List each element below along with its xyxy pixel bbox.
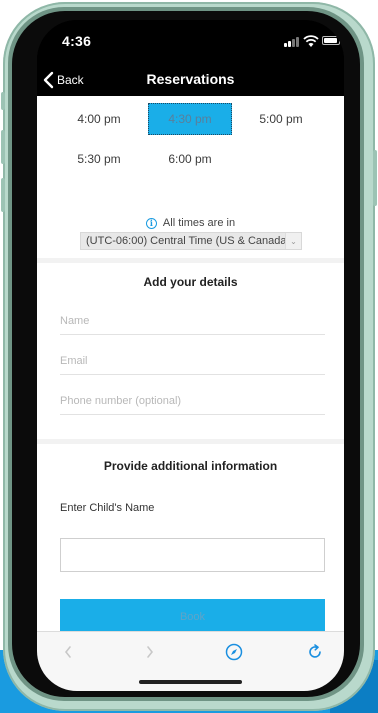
status-time: 4:36 <box>62 33 92 49</box>
compass-icon <box>225 643 243 661</box>
browser-toolbar <box>37 631 344 691</box>
power-button <box>373 150 377 206</box>
time-slot-400pm[interactable]: 4:00 pm <box>57 103 141 135</box>
child-name-input[interactable] <box>60 538 325 572</box>
info-icon: i <box>145 217 157 229</box>
time-slot-530pm[interactable]: 5:30 pm <box>57 143 141 175</box>
home-indicator <box>139 680 242 684</box>
name-field[interactable]: Name <box>60 307 325 335</box>
wifi-icon <box>303 35 319 47</box>
battery-icon <box>322 36 342 45</box>
chevron-right-icon <box>147 646 154 658</box>
time-slot-600pm[interactable]: 6:00 pm <box>148 143 232 175</box>
reservation-form: 4:00 pm 4:30 pm 5:00 pm 5:30 pm 6:00 pm … <box>37 96 344 631</box>
timezone-note: i All times are in <box>37 217 344 229</box>
browser-reload-button[interactable] <box>303 640 327 664</box>
section-divider <box>37 258 344 263</box>
time-slot-500pm[interactable]: 5:00 pm <box>239 103 323 135</box>
time-slot-430pm-selected[interactable]: 4:30 pm <box>148 103 232 135</box>
navigation-bar: Back Reservations <box>37 64 344 96</box>
mute-switch <box>1 92 5 110</box>
volume-down-button <box>1 178 5 212</box>
timezone-select[interactable]: (UTC-06:00) Central Time (US & Canada) ⌄ <box>80 232 302 250</box>
section-divider <box>37 439 344 444</box>
reload-icon <box>309 644 321 658</box>
browser-safari-button[interactable] <box>222 640 246 664</box>
browser-forward-button[interactable] <box>138 640 162 664</box>
timezone-note-text: All times are in <box>162 217 236 229</box>
phone-field[interactable]: Phone number (optional) <box>60 387 325 415</box>
signal-icon <box>284 37 300 47</box>
chevron-down-icon: ⌄ <box>285 233 301 249</box>
email-field[interactable]: Email <box>60 347 325 375</box>
child-name-label: Enter Child's Name <box>60 502 155 514</box>
page-title: Reservations <box>146 71 235 87</box>
chevron-left-icon <box>64 646 71 658</box>
phone-screen: 4:36 Back Reservations 4:00 pm 4:30 pm 5… <box>37 20 344 691</box>
additional-section-title: Provide additional information <box>103 459 278 473</box>
timezone-select-value: (UTC-06:00) Central Time (US & Canada) <box>86 235 291 247</box>
details-section-title: Add your details <box>143 275 238 289</box>
volume-up-button <box>1 130 5 164</box>
status-bar: 4:36 <box>37 20 344 64</box>
book-button[interactable]: Book <box>60 599 325 631</box>
browser-back-button[interactable] <box>56 640 80 664</box>
